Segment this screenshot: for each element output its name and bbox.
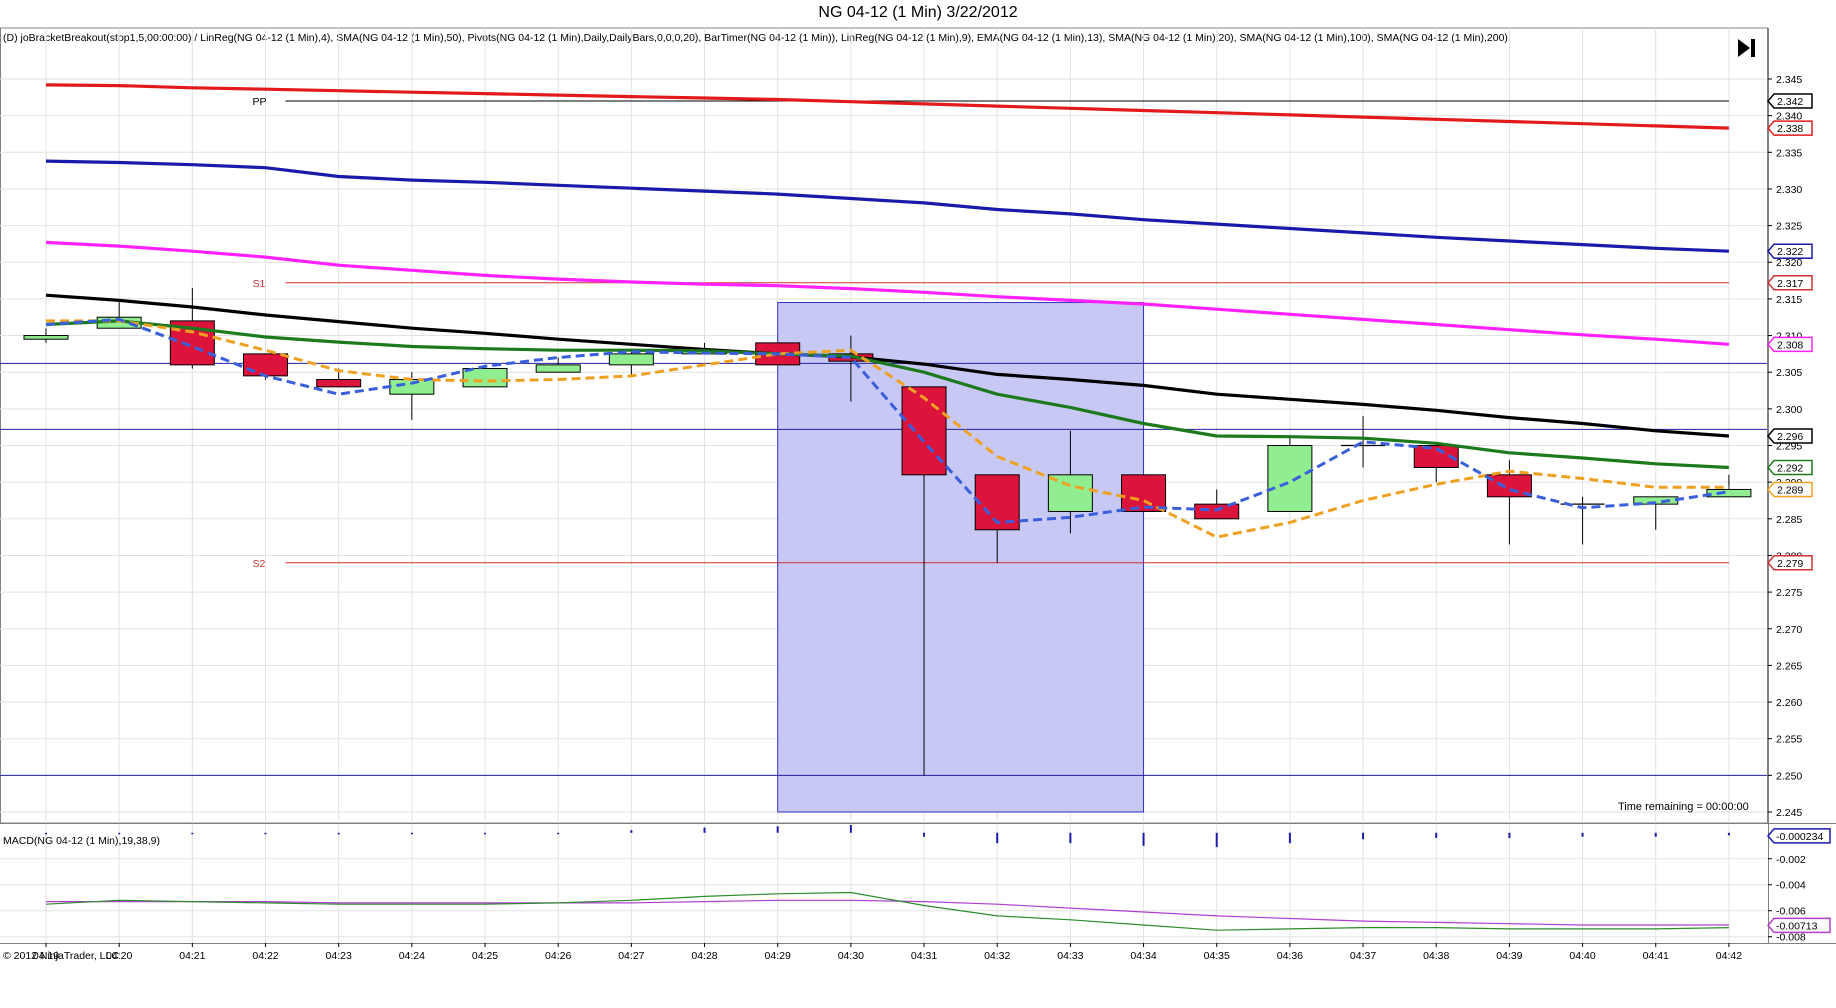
price-marker: 2.322 <box>1767 243 1813 259</box>
macd-line <box>45 891 1729 931</box>
price-tick-label: 2.325 <box>1776 221 1802 233</box>
price-marker-label: 2.338 <box>1777 123 1803 135</box>
candle <box>1413 444 1459 483</box>
price-tick-label: 2.265 <box>1776 660 1802 672</box>
time-tick-label: 04:25 <box>472 950 498 962</box>
candle-body <box>1706 488 1752 498</box>
price-tick-label: 2.285 <box>1776 514 1802 526</box>
time-tick-label: 04:26 <box>545 950 571 962</box>
macd-indicator-label: MACD(NG 04-12 (1 Min),19,38,9) <box>3 835 160 847</box>
candle <box>23 328 69 343</box>
candle-body <box>1267 444 1313 512</box>
time-tick-label: 04:24 <box>399 950 425 962</box>
price-marker: 2.296 <box>1767 428 1813 444</box>
time-tick-label: 04:42 <box>1716 950 1742 962</box>
macd-tick-label: -0.004 <box>1776 880 1806 892</box>
price-tick-label: 2.345 <box>1776 74 1802 86</box>
price-tick-label: 2.250 <box>1776 770 1802 782</box>
time-tick-label: 04:27 <box>618 950 644 962</box>
time-tick-label: 04:33 <box>1057 950 1083 962</box>
sma200-line <box>45 83 1729 130</box>
price-marker: 2.308 <box>1767 336 1813 353</box>
price-chart[interactable]: PPS1S2 2.3452.3402.3352.3302.3252.3202.3… <box>0 0 1836 1008</box>
price-tick-label: 2.255 <box>1776 734 1802 746</box>
price-tick-label: 2.245 <box>1776 807 1802 819</box>
price-tick-label: 2.335 <box>1776 147 1802 159</box>
time-tick-label: 04:29 <box>765 950 791 962</box>
price-marker-label: 2.342 <box>1777 96 1803 108</box>
price-marker: 2.317 <box>1767 275 1813 291</box>
sma100-line <box>45 159 1729 253</box>
macd-tick-label: -0.006 <box>1776 906 1806 918</box>
candle-body <box>1121 474 1167 512</box>
price-marker: 2.292 <box>1767 459 1813 476</box>
macd-marker: -0.000234 <box>1767 828 1831 844</box>
price-tick-label: 2.305 <box>1776 367 1802 379</box>
price-marker: 2.342 <box>1767 93 1813 109</box>
time-tick-label: 04:31 <box>911 950 937 962</box>
macd-marker: -0.00713 <box>1767 917 1831 934</box>
bar-timer-label: Time remaining = 00:00:00 <box>1618 801 1749 813</box>
macd-tick-label: -0.008 <box>1776 932 1806 944</box>
macd-marker-label: -0.00713 <box>1776 920 1818 932</box>
time-tick-label: 04:22 <box>252 950 278 962</box>
bracket-range-box <box>777 302 1145 813</box>
macd-marker-label: -0.000234 <box>1776 831 1823 843</box>
candle-body <box>243 353 289 377</box>
price-marker-label: 2.279 <box>1777 558 1803 570</box>
time-tick-label: 04:28 <box>691 950 717 962</box>
price-marker-label: 2.317 <box>1777 278 1803 290</box>
candle-body <box>608 353 654 366</box>
macd-panel: -0.000234 -0.00713 <box>45 825 1831 934</box>
pivot-label-pp: PP <box>253 96 267 108</box>
price-marker-label: 2.308 <box>1777 339 1803 351</box>
pivot-label-s1: S1 <box>253 278 266 290</box>
time-tick-label: 04:39 <box>1496 950 1522 962</box>
price-tick-label: 2.300 <box>1776 404 1802 416</box>
price-marker-label: 2.292 <box>1777 462 1803 474</box>
time-tick-label: 04:30 <box>838 950 864 962</box>
candle <box>1706 474 1752 498</box>
price-marker: 2.279 <box>1767 555 1813 571</box>
macd-tick-label: -0.002 <box>1776 854 1806 866</box>
price-marker-label: 2.289 <box>1777 484 1803 496</box>
time-tick-label: 04:32 <box>984 950 1010 962</box>
time-tick-label: 04:23 <box>326 950 352 962</box>
candle <box>462 364 508 388</box>
candle-body <box>23 335 69 340</box>
candle <box>1267 438 1313 512</box>
price-tick-label: 2.315 <box>1776 294 1802 306</box>
price-marker: 2.338 <box>1767 120 1813 136</box>
candle-body <box>316 379 362 388</box>
pivot-label-s2: S2 <box>253 558 266 570</box>
candle <box>1341 416 1386 468</box>
skip-to-end-icon[interactable] <box>1735 36 1759 60</box>
price-tick-label: 2.275 <box>1776 587 1802 599</box>
price-tick-label: 2.330 <box>1776 184 1802 196</box>
time-tick-label: 04:37 <box>1350 950 1376 962</box>
time-tick-label: 04:41 <box>1643 950 1669 962</box>
copyright-label: © 2012 NinjaTrader, LLC <box>3 950 119 962</box>
time-tick-label: 04:40 <box>1569 950 1595 962</box>
time-tick-label: 04:21 <box>179 950 205 962</box>
time-axis: 04:19 04:20 04:21 04:22 04:23 04:24 04:25 04:26… <box>33 943 1742 962</box>
candle-body <box>535 364 581 373</box>
price-marker-label: 2.322 <box>1777 246 1803 258</box>
candle-body <box>901 386 947 476</box>
time-tick-label: 04:36 <box>1277 950 1303 962</box>
price-marker: 2.289 <box>1767 481 1813 498</box>
price-tick-label: 2.260 <box>1776 697 1802 709</box>
price-marker-label: 2.296 <box>1777 431 1803 443</box>
price-axis: 2.3452.3402.3352.3302.3252.3202.3152.310… <box>1768 74 1806 944</box>
candle <box>1121 474 1167 512</box>
time-tick-label: 04:34 <box>1130 950 1156 962</box>
price-tick-label: 2.320 <box>1776 257 1802 269</box>
price-tick-label: 2.270 <box>1776 624 1802 636</box>
time-tick-label: 04:35 <box>1204 950 1230 962</box>
time-tick-label: 04:38 <box>1423 950 1449 962</box>
